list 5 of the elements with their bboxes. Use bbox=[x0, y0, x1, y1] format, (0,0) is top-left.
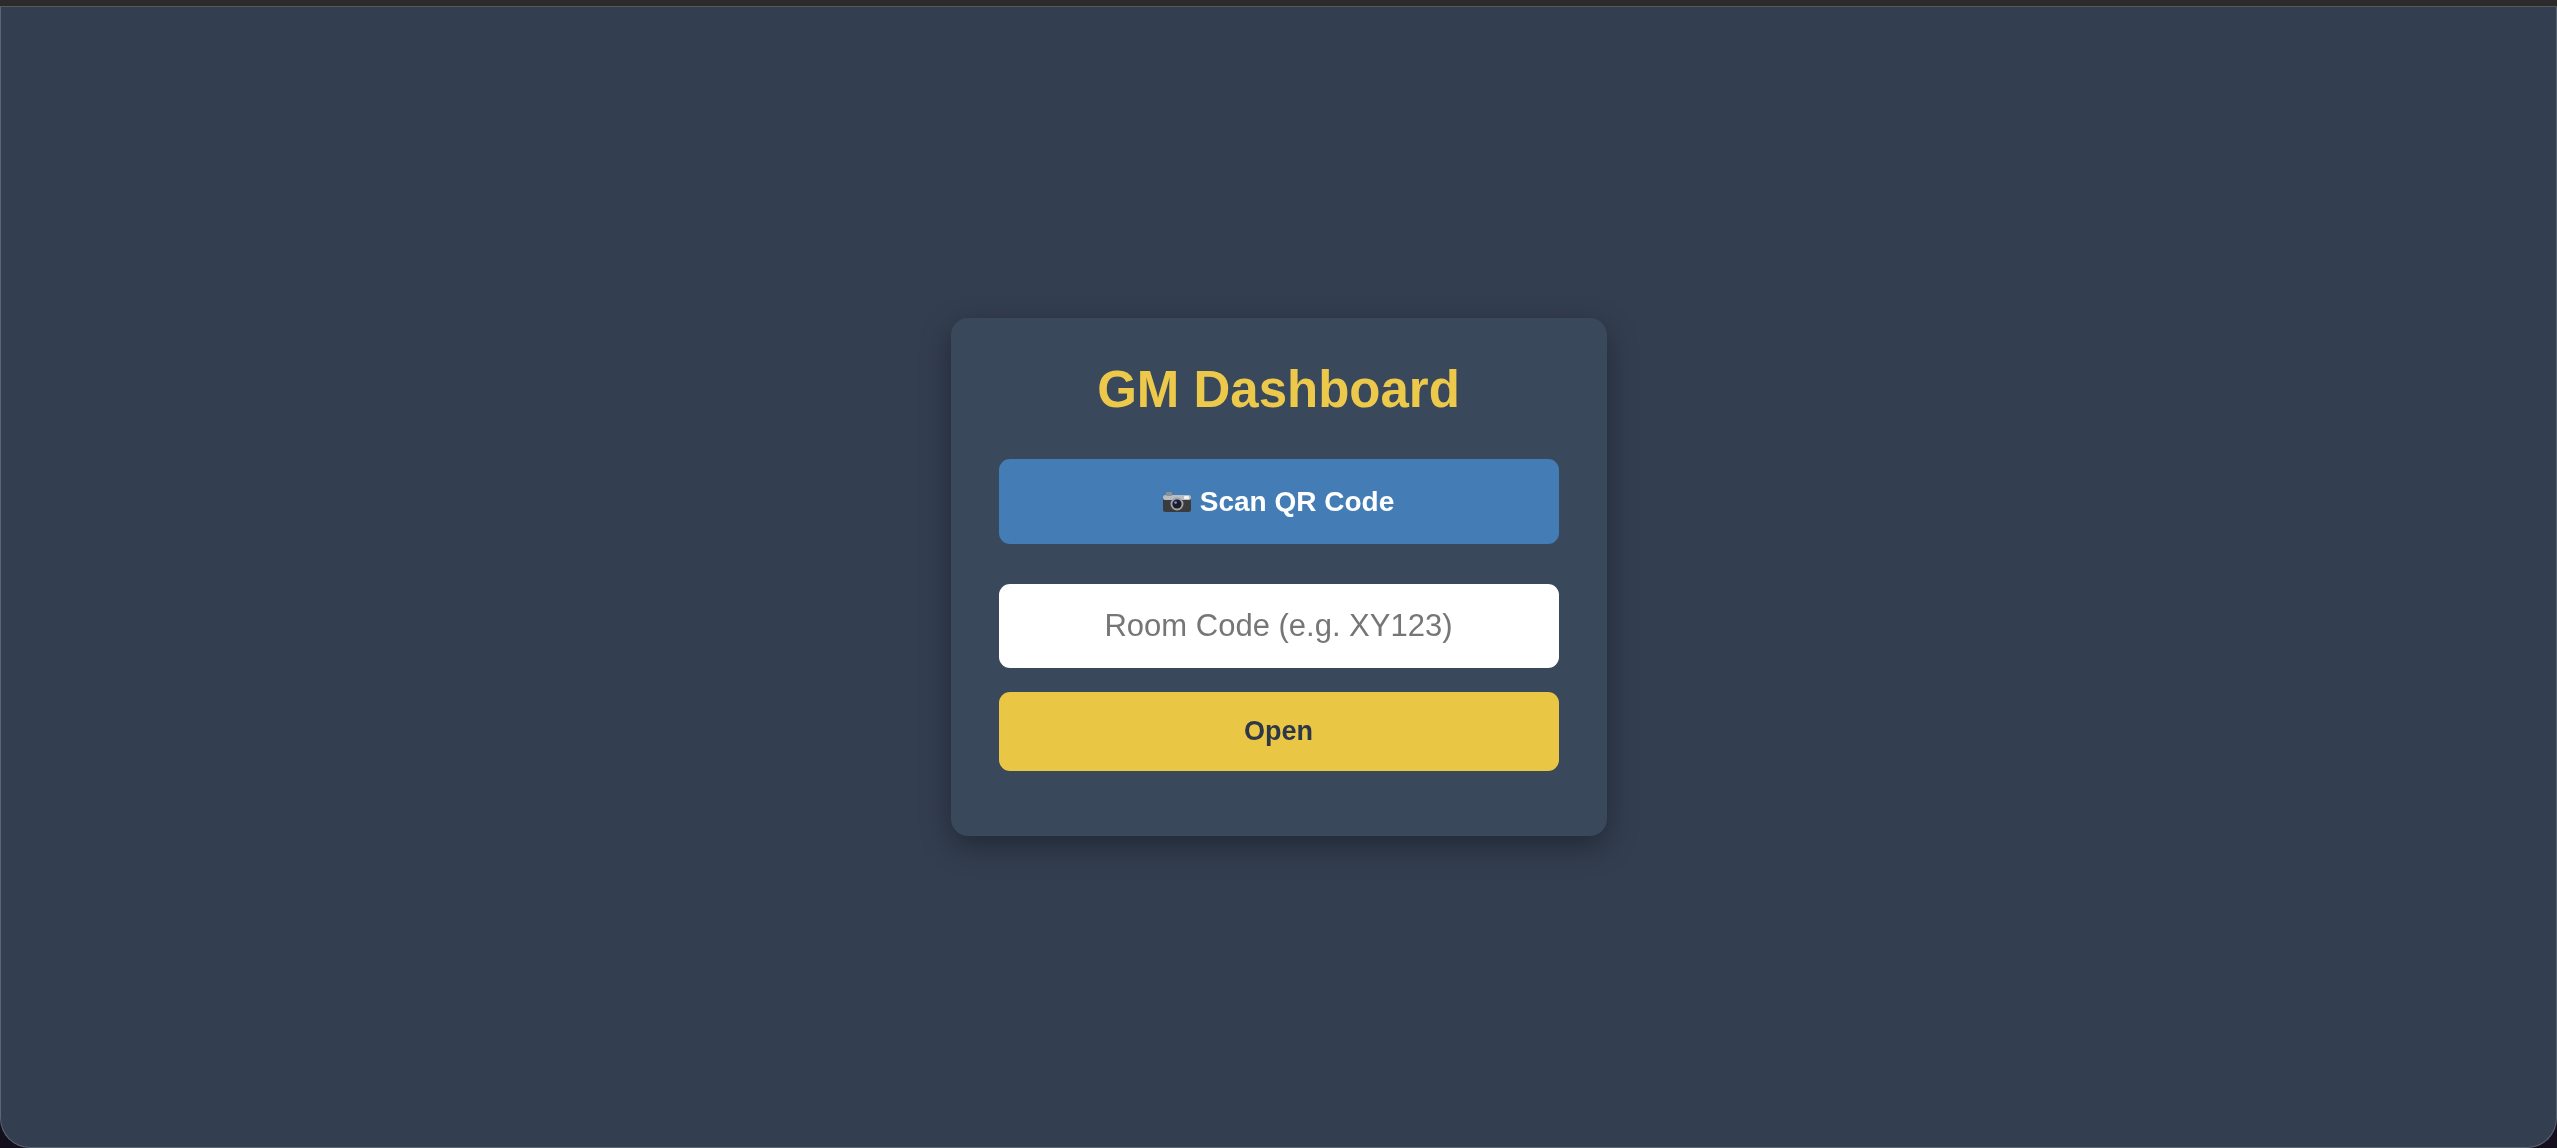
open-button[interactable]: Open bbox=[998, 692, 1559, 771]
camera-icon bbox=[1162, 491, 1191, 512]
room-code-field[interactable]: Room Code (e.g. XY123) bbox=[998, 584, 1559, 668]
scan-qr-button[interactable]: Scan QR Code bbox=[998, 459, 1559, 544]
dashboard-title: GM Dashboard bbox=[1097, 360, 1460, 420]
